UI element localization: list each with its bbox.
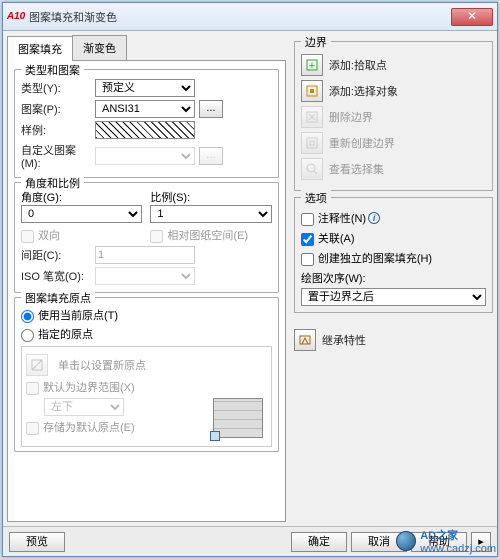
origin-specify-radio[interactable]: 指定的原点 [21, 326, 93, 342]
angle-label: 角度(G): [21, 189, 142, 205]
watermark: AD之家 www.cadzj.com [396, 527, 496, 555]
info-icon[interactable]: i [368, 212, 380, 224]
associative-checkbox[interactable]: 关联(A) [301, 230, 355, 246]
angle-select[interactable]: 0 [21, 205, 142, 223]
type-label: 类型(Y): [21, 80, 91, 96]
group-title: 角度和比例 [21, 175, 84, 191]
draw-order-select[interactable]: 置于边界之后 [301, 288, 486, 306]
recreate-boundary-icon [301, 132, 323, 154]
preview-button[interactable]: 预览 [9, 532, 65, 552]
iso-penwidth-select [95, 267, 195, 285]
pattern-label: 图案(P): [21, 101, 91, 117]
origin-current-radio[interactable]: 使用当前原点(T) [21, 307, 118, 323]
pattern-browse-button[interactable]: ... [199, 100, 223, 118]
custom-pattern-select [95, 147, 195, 165]
extent-select: 左下 [44, 398, 124, 416]
add-select-label: 添加:选择对象 [329, 83, 398, 99]
app-icon: A10 [7, 10, 25, 24]
add-pickpoint-icon[interactable]: + [301, 54, 323, 76]
group-type-pattern: 类型和图案 类型(Y): 预定义 图案(P): ANSI31 ... 样例: [14, 69, 279, 178]
close-button[interactable]: ✕ [451, 8, 493, 26]
group-boundary: 边界 +添加:拾取点 添加:选择对象 删除边界 重新创建边界 查看选择集 [294, 41, 493, 191]
view-selection-icon [301, 158, 323, 180]
inherit-props-icon[interactable] [294, 329, 316, 351]
tab-hatch[interactable]: 图案填充 [7, 36, 73, 61]
draw-order-label: 绘图次序(W): [301, 270, 486, 286]
scale-select[interactable]: 1 [150, 205, 271, 223]
titlebar[interactable]: A10 图案填充和渐变色 ✕ [3, 3, 497, 31]
hatch-dialog: A10 图案填充和渐变色 ✕ 图案填充 渐变色 类型和图案 类型(Y): 预定义… [2, 2, 498, 557]
sample-label: 样例: [21, 122, 91, 138]
recreate-boundary-label: 重新创建边界 [329, 135, 395, 151]
custom-pattern-label: 自定义图案(M): [21, 142, 91, 170]
watermark-logo-icon [396, 531, 416, 551]
group-title: 图案填充原点 [21, 290, 95, 306]
group-options: 选项 注释性(N)i 关联(A) 创建独立的图案填充(H) 绘图次序(W): 置… [294, 197, 493, 313]
annotative-checkbox[interactable]: 注释性(N) [301, 210, 366, 226]
spacing-label: 间距(C): [21, 247, 91, 263]
group-title: 类型和图案 [21, 62, 84, 78]
group-title: 边界 [301, 34, 331, 50]
add-pickpoint-label: 添加:拾取点 [329, 57, 387, 73]
delete-boundary-icon [301, 106, 323, 128]
svg-text:+: + [309, 60, 315, 72]
default-extent-checkbox: 默认为边界范围(X) [26, 379, 135, 395]
double-checkbox: 双向 [21, 230, 60, 242]
custom-pattern-browse: ... [199, 147, 223, 165]
paperspace-checkbox: 相对图纸空间(E) [150, 230, 248, 242]
scale-label: 比例(S): [150, 189, 271, 205]
type-select[interactable]: 预定义 [95, 79, 195, 97]
view-selection-label: 查看选择集 [329, 161, 384, 177]
iso-penwidth-label: ISO 笔宽(O): [21, 268, 91, 284]
inherit-props-label: 继承特性 [322, 332, 366, 348]
group-hatch-origin: 图案填充原点 使用当前原点(T) 指定的原点 单击以设置新原点 默认为边界范围(… [14, 297, 279, 452]
independent-checkbox[interactable]: 创建独立的图案填充(H) [301, 250, 432, 266]
group-angle-scale: 角度和比例 角度(G): 0 比例(S): 1 双向 相对图纸空间(E [14, 182, 279, 293]
window-title: 图案填充和渐变色 [29, 9, 451, 25]
spacing-input [95, 246, 195, 264]
watermark-brand: AD之家 [420, 527, 496, 543]
group-title: 选项 [301, 190, 331, 206]
origin-preview-icon [213, 398, 263, 438]
tab-gradient[interactable]: 渐变色 [72, 35, 127, 60]
store-origin-checkbox: 存储为默认原点(E) [26, 419, 135, 435]
ok-button[interactable]: 确定 [291, 532, 347, 552]
delete-boundary-label: 删除边界 [329, 109, 373, 125]
sample-swatch[interactable] [95, 121, 195, 139]
set-origin-icon [26, 354, 48, 376]
pattern-select[interactable]: ANSI31 [95, 100, 195, 118]
add-select-icon[interactable] [301, 80, 323, 102]
watermark-url: www.cadzj.com [420, 543, 496, 555]
set-origin-label: 单击以设置新原点 [58, 357, 146, 373]
tab-strip: 图案填充 渐变色 [7, 35, 286, 61]
